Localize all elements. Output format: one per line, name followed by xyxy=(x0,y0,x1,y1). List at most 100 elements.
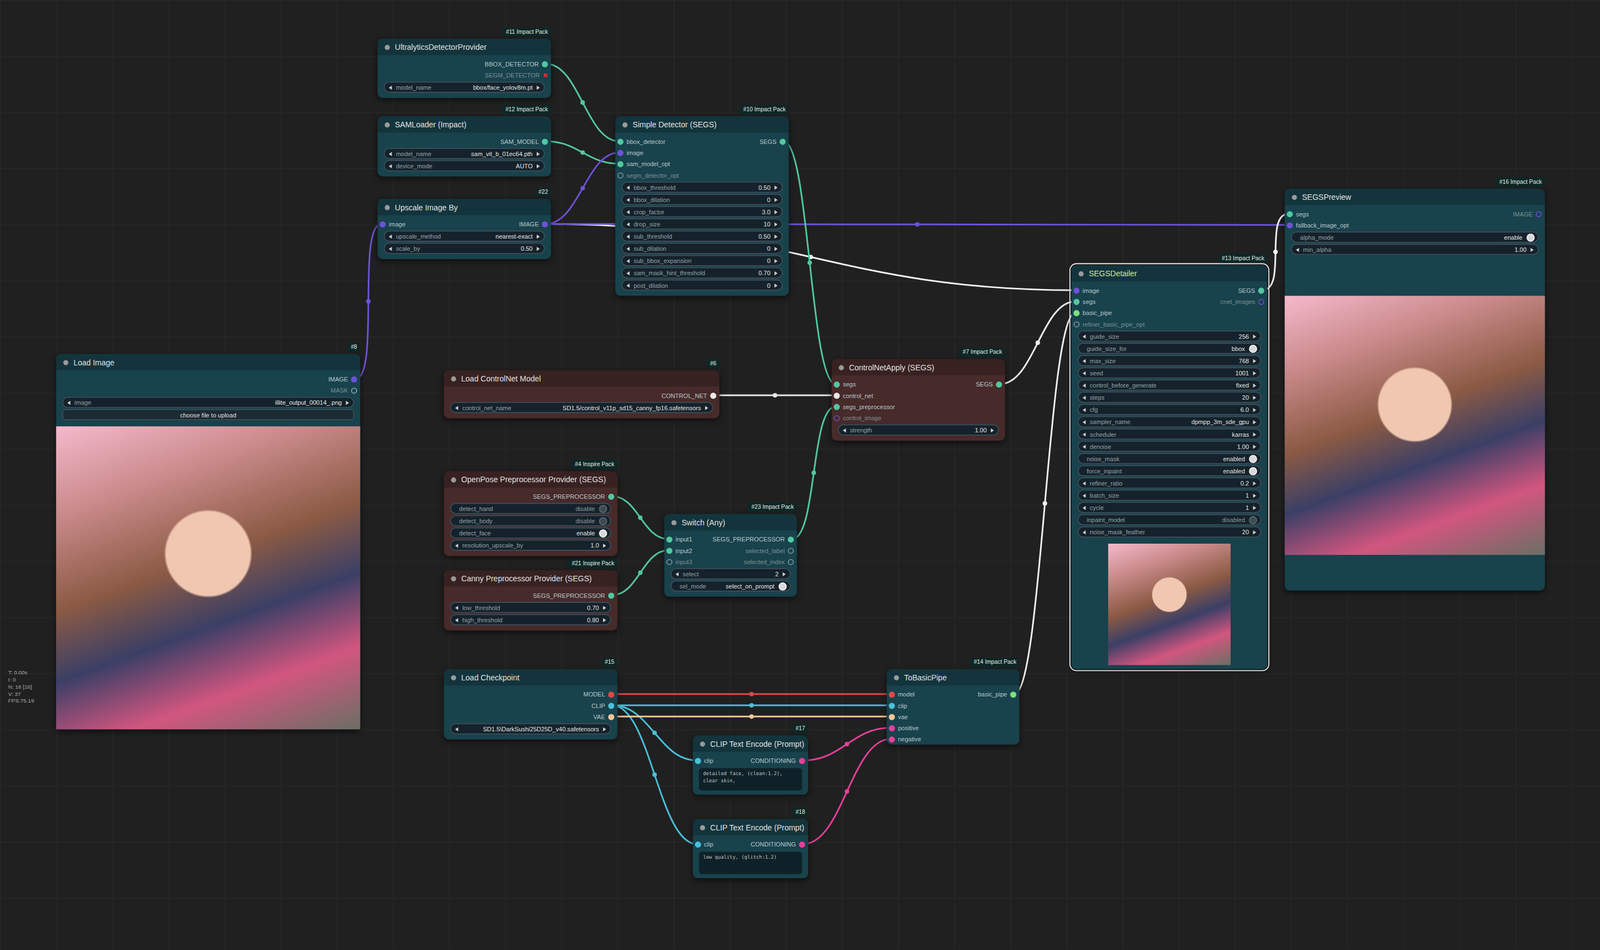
collapse-dot-icon[interactable] xyxy=(450,476,456,482)
output-slot[interactable]: cnet_images xyxy=(1220,298,1268,305)
toggle-knob-icon[interactable] xyxy=(1248,466,1258,476)
value-widget[interactable]: model_namesam_vit_b_01ec64.pth xyxy=(383,147,545,159)
increment-arrow-icon[interactable] xyxy=(1253,333,1257,338)
input-slot[interactable]: image xyxy=(377,220,406,228)
input-slot[interactable]: bbox_detector xyxy=(615,138,666,145)
collapse-dot-icon[interactable] xyxy=(893,675,899,681)
wire-midpoint[interactable] xyxy=(1042,501,1048,506)
wire-midpoint[interactable] xyxy=(652,731,657,736)
graph-node[interactable]: #15Load CheckpointMODELCLIPVAESD1.5\Dark… xyxy=(443,669,617,740)
value-widget[interactable]: imageillite_output_00014_.png xyxy=(62,397,354,409)
output-slot[interactable]: SEGM_DETECTOR✖ xyxy=(484,71,552,79)
value-widget[interactable]: scale_by0.50 xyxy=(383,243,545,255)
wire-midpoint[interactable] xyxy=(749,692,754,697)
graph-canvas[interactable]: #11 Impact PackUltralyticsDetectorProvid… xyxy=(0,0,1600,950)
wire-midpoint[interactable] xyxy=(749,703,754,708)
input-slot[interactable]: image xyxy=(1071,287,1100,294)
value-widget[interactable]: crop_factor3.0 xyxy=(621,206,783,218)
decrement-arrow-icon[interactable] xyxy=(388,163,393,168)
node-header[interactable]: OpenPose Preprocessor Provider (SEGS) xyxy=(443,471,617,488)
output-dot-icon[interactable] xyxy=(608,713,615,720)
node-header[interactable]: Simple Detector (SEGS) xyxy=(615,116,789,133)
value-widget[interactable]: refiner_ratio0.2 xyxy=(1077,477,1262,489)
value-widget[interactable]: bbox_threshold0.50 xyxy=(621,181,783,193)
output-slot[interactable]: SEGS xyxy=(1237,287,1268,294)
value-widget[interactable]: select2 xyxy=(670,568,791,580)
wire[interactable] xyxy=(1000,301,1076,384)
input-dot-icon[interactable] xyxy=(1073,309,1080,316)
decrement-arrow-icon[interactable] xyxy=(1082,444,1087,449)
value-widget[interactable]: sub_dilation0 xyxy=(621,243,783,255)
input-dot-icon[interactable] xyxy=(695,757,702,764)
input-dot-icon[interactable] xyxy=(888,724,895,732)
collapse-dot-icon[interactable] xyxy=(622,121,628,127)
input-dot-icon[interactable] xyxy=(888,691,895,698)
wire-path[interactable] xyxy=(611,705,697,761)
output-dot-icon[interactable] xyxy=(710,392,717,399)
wire[interactable] xyxy=(714,393,836,398)
decrement-arrow-icon[interactable] xyxy=(626,209,630,214)
output-dot-icon[interactable] xyxy=(608,691,615,698)
wire-path[interactable] xyxy=(611,705,697,845)
increment-arrow-icon[interactable] xyxy=(782,572,786,576)
collapse-dot-icon[interactable] xyxy=(450,376,456,382)
increment-arrow-icon[interactable] xyxy=(990,428,995,432)
increment-arrow-icon[interactable] xyxy=(1253,530,1257,534)
increment-arrow-icon[interactable] xyxy=(1530,247,1535,252)
collapse-dot-icon[interactable] xyxy=(450,575,456,581)
decrement-arrow-icon[interactable] xyxy=(1082,493,1087,498)
decrement-arrow-icon[interactable] xyxy=(626,283,630,287)
input-slot[interactable]: input3 xyxy=(664,558,692,565)
output-dot-icon[interactable] xyxy=(799,841,806,848)
input-slot[interactable]: model xyxy=(886,691,915,698)
graph-node[interactable]: #12 Impact PackSAMLoader (Impact)SAM_MOD… xyxy=(377,116,552,177)
input-slot[interactable]: sam_model_opt xyxy=(615,160,671,167)
decrement-arrow-icon[interactable] xyxy=(626,246,630,251)
value-widget[interactable]: max_size768 xyxy=(1077,355,1262,367)
node-header[interactable]: Load Checkpoint xyxy=(443,669,617,686)
output-slot[interactable]: SEGS_PREPROCESSOR xyxy=(532,592,617,599)
wire[interactable] xyxy=(611,703,891,708)
value-widget[interactable]: sampler_namedpmpp_3m_sde_gpu xyxy=(1077,416,1262,428)
input-slot[interactable]: negative xyxy=(886,736,922,743)
wire-path[interactable] xyxy=(611,550,668,596)
output-dot-icon[interactable] xyxy=(787,558,794,565)
wire-path[interactable] xyxy=(1000,301,1076,384)
output-dot-icon[interactable] xyxy=(1010,691,1017,698)
output-dot-icon[interactable] xyxy=(1258,298,1265,305)
input-slot[interactable]: vae xyxy=(886,713,908,720)
wire-path[interactable] xyxy=(546,152,620,224)
increment-arrow-icon[interactable] xyxy=(1253,407,1257,412)
collapse-dot-icon[interactable] xyxy=(1078,270,1084,276)
input-slot[interactable]: segs xyxy=(1284,210,1310,217)
graph-node[interactable]: #17CLIP Text Encode (Prompt)clipCONDITIO… xyxy=(692,735,809,795)
value-widget[interactable]: min_alpha1.00 xyxy=(1290,243,1540,255)
decrement-arrow-icon[interactable] xyxy=(388,234,393,239)
output-slot[interactable]: SEGS_PREPROCESSOR xyxy=(712,536,797,543)
increment-arrow-icon[interactable] xyxy=(603,618,607,622)
value-widget[interactable]: drop_size10 xyxy=(621,218,783,230)
collapse-dot-icon[interactable] xyxy=(839,364,845,370)
toggle-knob-icon[interactable] xyxy=(1248,344,1258,353)
input-slot[interactable]: clip xyxy=(886,702,908,709)
wire-path[interactable] xyxy=(546,141,620,164)
wire[interactable] xyxy=(546,63,620,142)
value-widget[interactable]: sub_bbox_expansion0 xyxy=(621,255,783,267)
output-dot-icon[interactable] xyxy=(608,592,615,599)
value-widget[interactable]: cycle1 xyxy=(1077,501,1262,513)
graph-node[interactable]: #22Upscale Image ByimageIMAGEupscale_met… xyxy=(377,198,552,260)
wire[interactable] xyxy=(803,739,891,845)
node-header[interactable]: Load Image xyxy=(55,353,360,370)
output-dot-icon[interactable] xyxy=(787,547,794,554)
decrement-arrow-icon[interactable] xyxy=(842,428,847,432)
decrement-arrow-icon[interactable] xyxy=(455,405,459,410)
toggle-widget[interactable]: detect_faceenable xyxy=(450,527,612,539)
decrement-arrow-icon[interactable] xyxy=(626,222,630,226)
input-dot-icon[interactable] xyxy=(833,403,840,410)
wire-midpoint[interactable] xyxy=(844,742,850,747)
output-dot-icon[interactable] xyxy=(541,60,548,68)
input-slot[interactable]: segm_detector_opt xyxy=(615,171,679,178)
increment-arrow-icon[interactable] xyxy=(774,246,778,251)
graph-node[interactable]: #23 Impact PackSwitch (Any)input1SEGS_PR… xyxy=(664,514,797,598)
decrement-arrow-icon[interactable] xyxy=(1082,481,1087,486)
